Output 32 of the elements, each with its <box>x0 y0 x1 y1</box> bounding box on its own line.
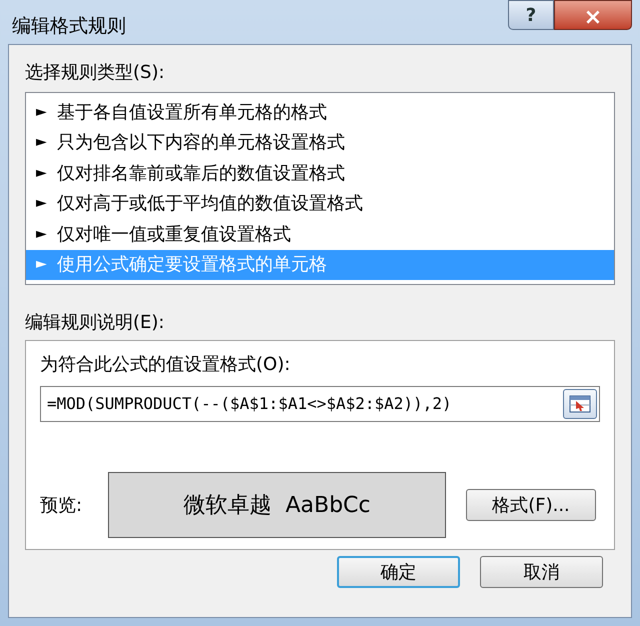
rule-type-text: 仅对高于或低于平均值的数值设置格式 <box>56 192 363 216</box>
rule-type-item[interactable]: ► 只为包含以下内容的单元格设置格式 <box>26 128 614 158</box>
rule-type-item[interactable]: ► 基于各自值设置所有单元格的格式 <box>26 97 614 128</box>
description-label: 编辑规则说明(E): <box>25 311 166 335</box>
range-picker-button[interactable] <box>563 389 597 419</box>
rule-type-text: 仅对排名靠前或靠后的数值设置格式 <box>56 162 345 186</box>
rule-type-label: 选择规则类型(S): <box>25 61 166 85</box>
formula-field[interactable]: =MOD(SUMPRODUCT(--($A$1:$A1<>$A$2:$A2)),2) <box>40 386 600 422</box>
rule-type-text: 只为包含以下内容的单元格设置格式 <box>56 131 345 156</box>
format-button[interactable]: 格式(F)... <box>466 489 596 521</box>
triangle-icon: ► <box>36 132 47 154</box>
formula-label: 为符合此公式的值设置格式(O): <box>40 353 292 377</box>
dialog-button[interactable]: 取消 <box>480 556 603 588</box>
triangle-icon: ► <box>36 254 47 276</box>
triangle-icon: ► <box>36 193 47 214</box>
window-title: 编辑格式规则 <box>12 14 126 39</box>
rule-type-text: 仅对唯一值或重复值设置格式 <box>56 222 291 247</box>
close-button[interactable]: × <box>554 0 632 30</box>
cell-selection-icon <box>569 395 591 413</box>
rule-type-text: 基于各自值设置所有单元格的格式 <box>56 100 327 125</box>
formula-text: =MOD(SUMPRODUCT(--($A$1:$A1<>$A$2:$A2)),2) <box>47 393 453 415</box>
dialog-button[interactable]: 确定 <box>337 556 460 588</box>
rule-type-text: 使用公式确定要设置格式的单元格 <box>56 253 327 278</box>
triangle-icon: ► <box>36 102 47 123</box>
help-button[interactable]: ? <box>508 0 554 30</box>
rule-type-item[interactable]: ► 仅对排名靠前或靠后的数值设置格式 <box>26 158 614 188</box>
preview-text: 微软卓越 AaBbCc <box>183 492 371 520</box>
preview-label: 预览: <box>40 494 84 518</box>
triangle-icon: ► <box>36 162 47 184</box>
rule-type-item[interactable]: ► 仅对唯一值或重复值设置格式 <box>26 219 614 250</box>
triangle-icon: ► <box>36 224 47 245</box>
rule-type-item[interactable]: ► 仅对高于或低于平均值的数值设置格式 <box>26 188 614 219</box>
